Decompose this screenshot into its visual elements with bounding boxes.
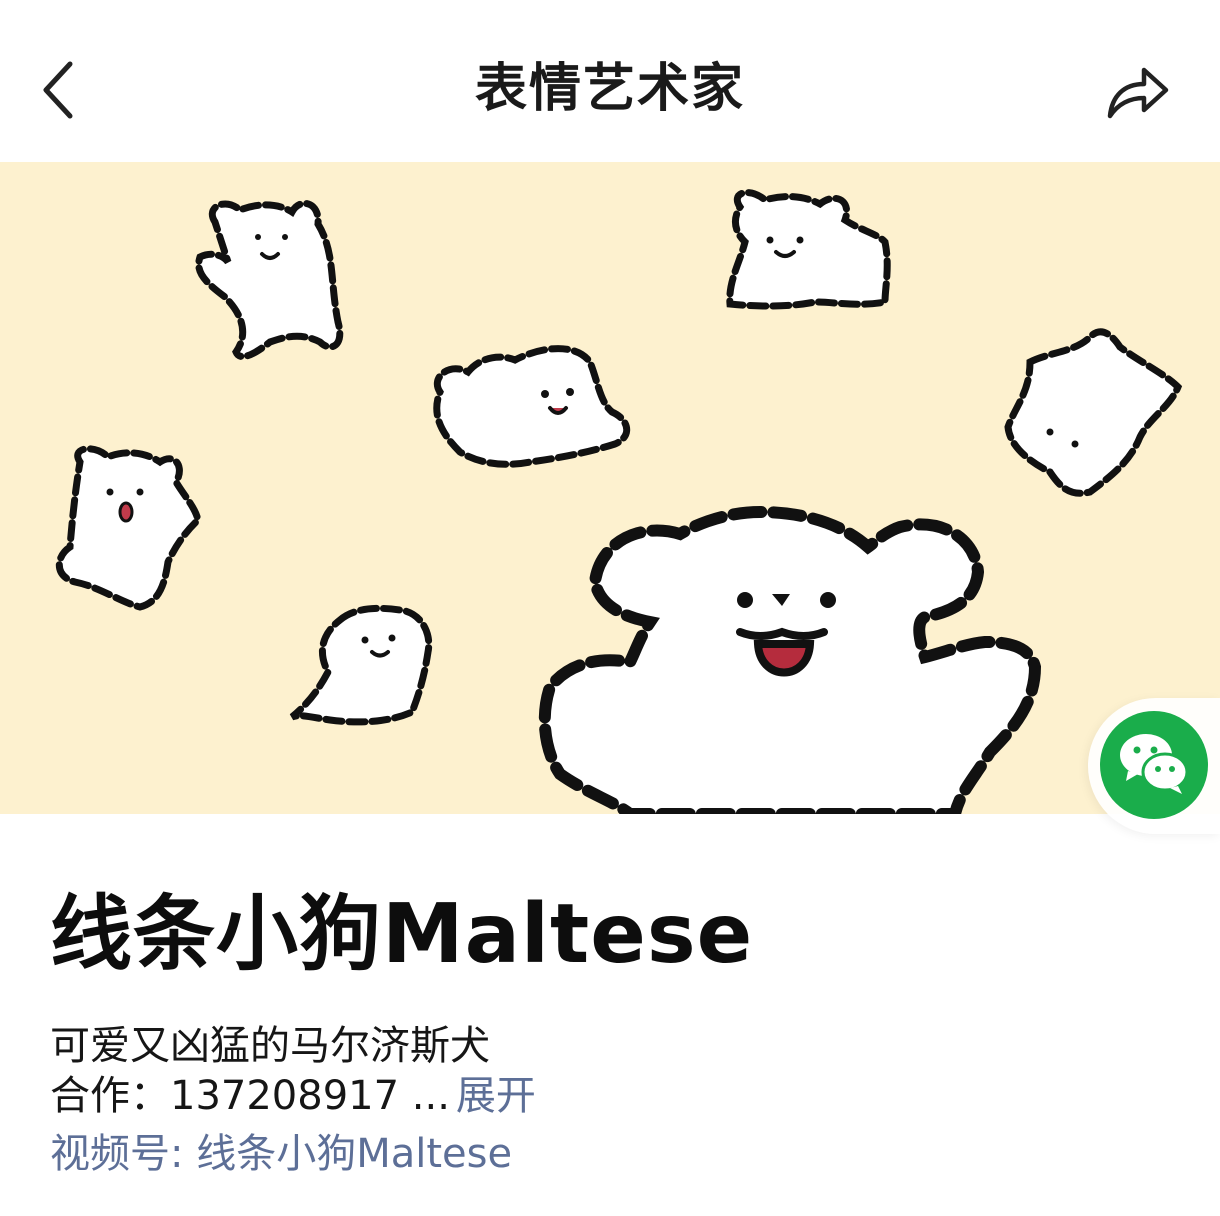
expand-link[interactable]: 展开	[456, 1073, 536, 1119]
page-title: 表情艺术家	[474, 59, 745, 119]
video-channel-link[interactable]: 视频号: 线条小狗Maltese	[50, 1126, 512, 1182]
collab-label: 合作：	[50, 1073, 170, 1119]
maltese-dogs-illustration	[0, 162, 1220, 814]
wechat-share-button[interactable]	[1088, 698, 1220, 834]
collab-row: 合作：137208917 ... 展开	[50, 1068, 536, 1124]
sticker-banner[interactable]	[0, 162, 1220, 814]
channel-prefix: 视频号:	[50, 1131, 197, 1177]
share-button[interactable]	[1100, 58, 1174, 124]
top-nav-bar: 表情艺术家	[0, 0, 1220, 162]
sticker-description: 可爱又凶猛的马尔济斯犬	[50, 1023, 490, 1069]
wechat-icon	[1120, 734, 1189, 794]
sticker-pack-title: 线条小狗Maltese	[50, 887, 754, 982]
share-arrow-icon	[1107, 67, 1169, 119]
collab-value: 137208917 ...	[170, 1073, 450, 1119]
dog-big	[538, 505, 1042, 814]
channel-name: 线条小狗Maltese	[196, 1131, 513, 1177]
wechat-icon-circle	[1100, 711, 1208, 819]
